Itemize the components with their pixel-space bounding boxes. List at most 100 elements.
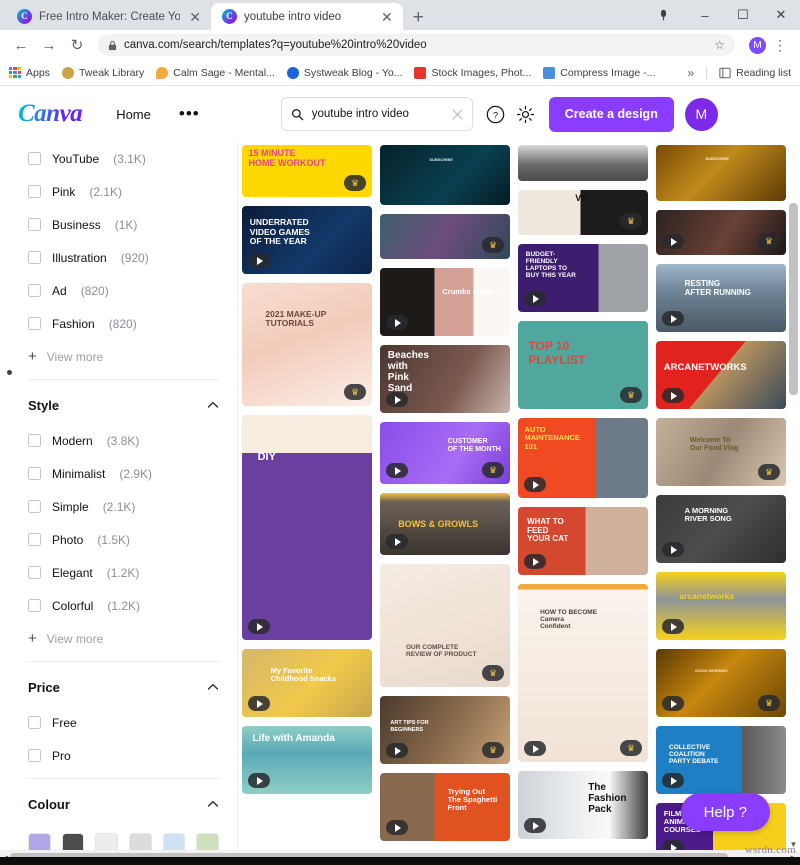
template-card[interactable] bbox=[518, 145, 648, 181]
template-card[interactable]: WHAT TO FEED YOUR CAT bbox=[518, 507, 648, 575]
bookmarks-overflow-icon[interactable]: » bbox=[687, 66, 694, 80]
template-card[interactable]: Beaches with Pink Sand bbox=[380, 345, 510, 413]
play-icon[interactable] bbox=[662, 696, 684, 711]
filter-ad[interactable]: Ad(820) bbox=[28, 274, 219, 307]
template-card[interactable]: A MORNING RIVER SONG bbox=[656, 495, 786, 563]
nav-home-link[interactable]: Home bbox=[116, 107, 151, 122]
template-card[interactable]: SUBSCRIBE bbox=[380, 145, 510, 205]
play-icon[interactable] bbox=[662, 311, 684, 326]
checkbox[interactable] bbox=[28, 251, 41, 264]
close-icon[interactable]: ✕ bbox=[187, 10, 203, 24]
play-icon[interactable] bbox=[248, 619, 270, 634]
checkbox[interactable] bbox=[28, 185, 41, 198]
canva-logo[interactable]: Canva bbox=[18, 100, 82, 128]
create-a-design-button[interactable]: Create a design bbox=[549, 97, 674, 132]
template-card[interactable]: Trying Out The Spaghetti Front bbox=[380, 773, 510, 841]
reload-icon[interactable]: ↻ bbox=[64, 32, 90, 58]
bookmark-star-icon[interactable]: ☆ bbox=[714, 38, 725, 52]
checkbox[interactable] bbox=[28, 218, 41, 231]
play-icon[interactable] bbox=[386, 534, 408, 549]
search-input[interactable]: youtube intro video bbox=[312, 108, 444, 120]
maximize-button[interactable]: ☐ bbox=[724, 7, 762, 23]
play-icon[interactable] bbox=[248, 773, 270, 788]
help-button[interactable]: Help ? bbox=[681, 793, 770, 831]
template-card[interactable]: BOWS & GROWLS bbox=[380, 493, 510, 555]
price-filter-free[interactable]: Free bbox=[28, 706, 219, 739]
search-bar[interactable]: youtube intro video bbox=[281, 97, 473, 131]
vertical-scrollbar-thumb[interactable] bbox=[789, 203, 798, 395]
template-card[interactable]: HOW TO BECOME Camera Confident♛ bbox=[518, 584, 648, 762]
template-card[interactable]: ♛ bbox=[656, 210, 786, 255]
template-card[interactable]: 15 MINUTE HOME WORKOUT♛ bbox=[242, 145, 372, 197]
play-icon[interactable] bbox=[386, 463, 408, 478]
style-filter-elegant[interactable]: Elegant(1.2K) bbox=[28, 556, 219, 589]
play-icon[interactable] bbox=[662, 542, 684, 557]
checkbox[interactable] bbox=[28, 716, 41, 729]
template-card[interactable]: COLLECTIVE COALITION PARTY DEBATE bbox=[656, 726, 786, 794]
template-card[interactable]: BUDGET- FRIENDLY LAPTOPS TO BUY THIS YEA… bbox=[518, 244, 648, 312]
play-icon[interactable] bbox=[386, 392, 408, 407]
template-card[interactable]: RESTING AFTER RUNNING bbox=[656, 264, 786, 332]
play-icon[interactable] bbox=[662, 773, 684, 788]
forward-icon[interactable]: → bbox=[36, 32, 62, 58]
play-icon[interactable] bbox=[386, 315, 408, 330]
play-icon[interactable] bbox=[524, 291, 546, 306]
sidebar-resize-handle[interactable] bbox=[7, 370, 12, 375]
bookmark-calm-sage[interactable]: Calm Sage - Mental... bbox=[156, 67, 275, 79]
template-card[interactable]: OUR COMPLETE REVIEW OF PRODUCT♛ bbox=[380, 564, 510, 687]
price-section-header[interactable]: Price bbox=[28, 668, 219, 706]
close-window-button[interactable]: ✕ bbox=[762, 7, 800, 23]
gear-icon[interactable] bbox=[513, 101, 539, 127]
checkbox[interactable] bbox=[28, 533, 41, 546]
view-more-topics[interactable]: + View more bbox=[28, 340, 219, 373]
template-card[interactable]: The Fashion Pack bbox=[518, 771, 648, 839]
template-card[interactable]: VS♛ bbox=[518, 190, 648, 235]
template-card[interactable]: AUTO MAINTENANCE 101 bbox=[518, 418, 648, 498]
filter-youtube[interactable]: YouTube(3.1K) bbox=[28, 142, 219, 175]
bookmark-systweak-blog[interactable]: Systweak Blog - Yo... bbox=[287, 67, 403, 79]
play-icon[interactable] bbox=[524, 477, 546, 492]
profile-avatar[interactable]: M bbox=[749, 37, 766, 54]
template-card[interactable]: ARCANETWORKS bbox=[656, 341, 786, 409]
play-icon[interactable] bbox=[248, 253, 270, 268]
new-tab-button[interactable]: + bbox=[413, 8, 424, 27]
style-filter-photo[interactable]: Photo(1.5K) bbox=[28, 523, 219, 556]
checkbox[interactable] bbox=[28, 434, 41, 447]
reading-list-button[interactable]: Reading list bbox=[719, 67, 791, 79]
play-icon[interactable] bbox=[524, 818, 546, 833]
play-icon[interactable] bbox=[386, 743, 408, 758]
template-card[interactable]: DIY bbox=[242, 415, 372, 640]
checkbox[interactable] bbox=[28, 566, 41, 579]
checkbox[interactable] bbox=[28, 599, 41, 612]
template-card[interactable]: TOP 10 PLAYLIST♛ bbox=[518, 321, 648, 409]
template-card[interactable]: CUSTOMER OF THE MONTH♛ bbox=[380, 422, 510, 484]
view-more-styles[interactable]: + View more bbox=[28, 622, 219, 655]
price-filter-pro[interactable]: Pro bbox=[28, 739, 219, 772]
play-icon[interactable] bbox=[248, 696, 270, 711]
play-icon[interactable] bbox=[386, 820, 408, 835]
template-results-area[interactable]: 15 MINUTE HOME WORKOUT♛ UNDERRATED VIDEO … bbox=[237, 142, 800, 865]
style-filter-simple[interactable]: Simple(2.1K) bbox=[28, 490, 219, 523]
close-icon[interactable]: ✕ bbox=[379, 10, 395, 24]
nav-more-icon[interactable]: ••• bbox=[179, 109, 200, 119]
checkbox[interactable] bbox=[28, 152, 41, 165]
checkbox[interactable] bbox=[28, 500, 41, 513]
play-icon[interactable] bbox=[662, 619, 684, 634]
bookmark-tweak-library[interactable]: Tweak Library bbox=[62, 67, 144, 79]
filter-fashion[interactable]: Fashion(820) bbox=[28, 307, 219, 340]
play-icon[interactable] bbox=[662, 388, 684, 403]
play-icon[interactable] bbox=[662, 234, 684, 249]
checkbox[interactable] bbox=[28, 284, 41, 297]
filter-illustration[interactable]: Illustration(920) bbox=[28, 241, 219, 274]
address-bar[interactable]: canva.com/search/templates?q=youtube%20i… bbox=[98, 34, 735, 56]
style-filter-colorful[interactable]: Colorful(1.2K) bbox=[28, 589, 219, 622]
bookmark-compress-image[interactable]: Compress Image -... bbox=[543, 67, 655, 79]
vertical-scrollbar[interactable]: ▼ bbox=[787, 142, 800, 865]
bookmark-stock-images[interactable]: Stock Images, Phot... bbox=[414, 67, 531, 79]
minimize-button[interactable]: – bbox=[686, 8, 724, 23]
style-filter-modern[interactable]: Modern(3.8K) bbox=[28, 424, 219, 457]
browser-tab-1[interactable]: C Free Intro Maker: Create YouTub ✕ bbox=[6, 3, 211, 30]
template-card[interactable]: UNDERRATED VIDEO GAMES OF THE YEAR bbox=[242, 206, 372, 274]
template-card[interactable]: My Favorite Childhood Snacks bbox=[242, 649, 372, 717]
checkbox[interactable] bbox=[28, 467, 41, 480]
